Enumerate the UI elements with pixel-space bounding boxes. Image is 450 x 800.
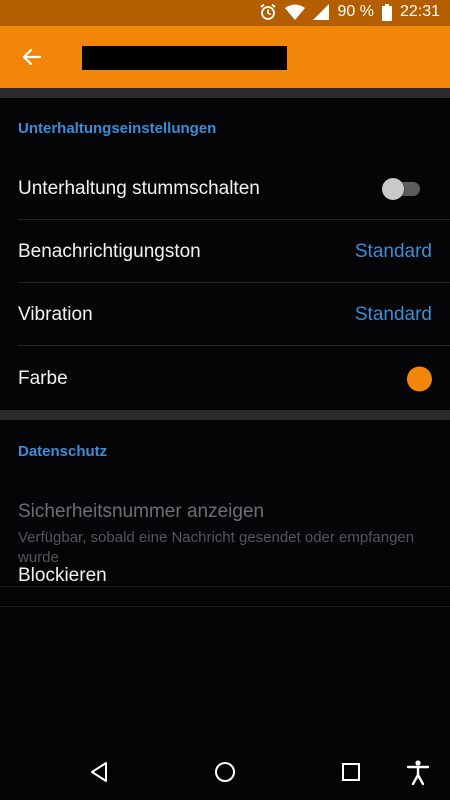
section-header-privacy: Datenschutz xyxy=(18,443,108,460)
vibration-value: Standard xyxy=(354,303,432,325)
triangle-back-icon xyxy=(91,762,107,782)
battery-icon xyxy=(381,3,392,21)
section-divider xyxy=(0,410,450,420)
vibration-label: Vibration xyxy=(18,303,93,325)
safety-number-label: Sicherheitsnummer anzeigen xyxy=(18,501,265,522)
row-separator xyxy=(0,606,450,607)
signal-icon xyxy=(313,4,330,20)
app-bar xyxy=(0,26,450,88)
battery-percent: 90 % xyxy=(337,3,374,20)
circle-home-icon xyxy=(215,762,235,782)
toggle-thumb xyxy=(382,177,404,200)
wifi-icon xyxy=(285,4,306,20)
section-header-conversation: Unterhaltungseinstellungen xyxy=(18,120,217,137)
block-button[interactable]: Blockieren xyxy=(18,565,107,587)
notification-tone-label: Benachrichtigungston xyxy=(18,240,201,262)
row-separator xyxy=(18,345,450,346)
row-separator xyxy=(0,586,450,587)
color-swatch[interactable] xyxy=(407,366,432,391)
safety-number-subtitle: Verfügbar, sobald eine Nachricht gesende… xyxy=(18,529,415,566)
nav-back-button[interactable] xyxy=(86,758,114,786)
mute-conversation-label: Unterhaltung stummschalten xyxy=(18,177,260,199)
clock: 22:31 xyxy=(399,3,440,20)
section-divider xyxy=(0,88,450,98)
status-bar: 90 % 22:31 xyxy=(0,0,450,26)
nav-home-button[interactable] xyxy=(211,758,239,786)
accessibility-button[interactable] xyxy=(404,758,432,786)
color-row[interactable]: Farbe xyxy=(0,347,450,410)
arrow-left-icon xyxy=(22,48,42,66)
square-recents-icon xyxy=(342,763,360,781)
notification-tone-row[interactable]: Benachrichtigungston Standard xyxy=(0,220,450,283)
alarm-icon xyxy=(260,3,277,20)
redacted-title xyxy=(82,46,287,70)
color-label: Farbe xyxy=(18,367,68,389)
notification-tone-value: Standard xyxy=(354,240,432,262)
mute-conversation-row[interactable]: Unterhaltung stummschalten xyxy=(0,157,450,220)
accessibility-icon xyxy=(406,760,430,786)
mute-toggle[interactable] xyxy=(382,177,420,200)
back-button[interactable] xyxy=(20,45,44,69)
navigation-bar xyxy=(0,744,450,800)
nav-recents-button[interactable] xyxy=(337,758,365,786)
vibration-row[interactable]: Vibration Standard xyxy=(0,283,450,346)
